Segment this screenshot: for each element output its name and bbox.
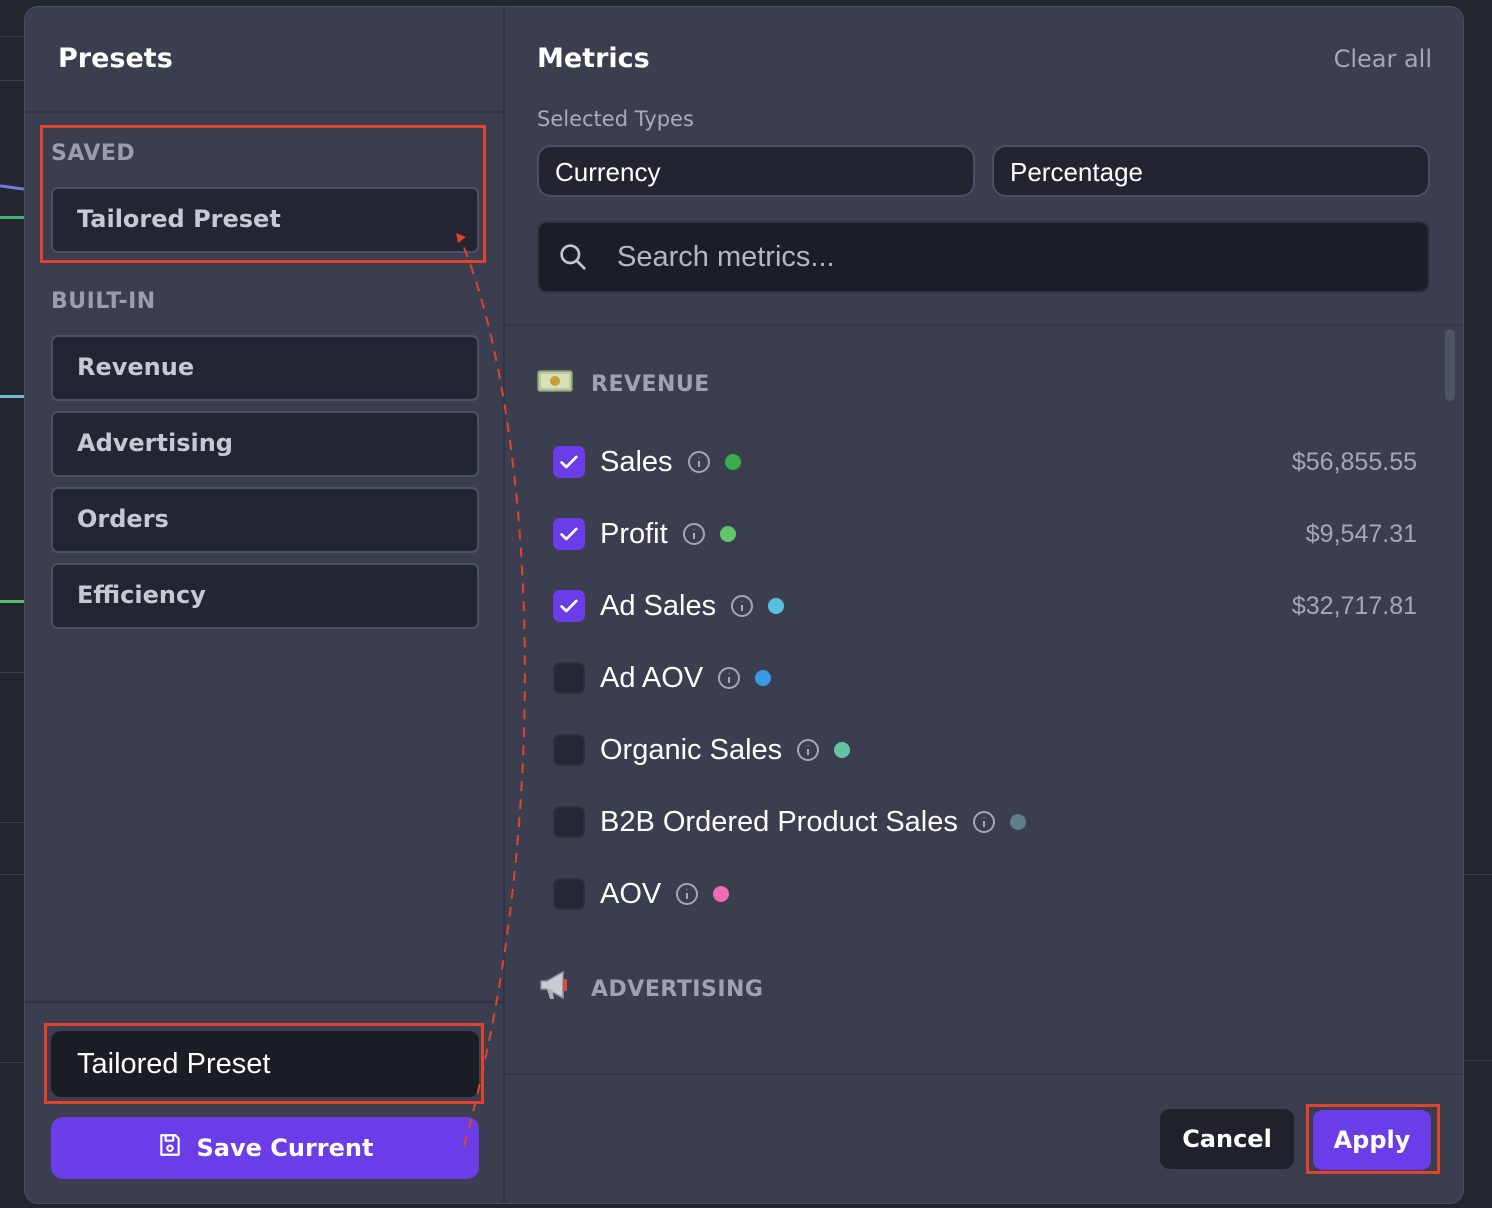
metrics-preset-modal: Presets SAVED Tailored Preset BUILT-IN R…	[24, 6, 1464, 1204]
bg-gridline	[1462, 874, 1492, 875]
check-icon	[560, 527, 578, 541]
metric-row-aov[interactable]: AOV	[553, 874, 1417, 914]
series-color-dot	[713, 886, 730, 902]
preset-efficiency[interactable]: Efficiency	[51, 563, 479, 629]
metric-name: Profit	[600, 517, 668, 550]
search-input[interactable]	[617, 237, 1377, 277]
category-label: ADVERTISING	[591, 976, 764, 1002]
metrics-title: Metrics	[537, 43, 650, 74]
checkbox-unchecked[interactable]	[553, 878, 585, 910]
checkbox-unchecked[interactable]	[553, 806, 585, 838]
search-icon	[557, 241, 589, 277]
metric-row-b2b-ordered-product-sales[interactable]: B2B Ordered Product Sales	[553, 802, 1417, 842]
type-chip-percentage[interactable]: Percentage	[992, 145, 1430, 197]
metric-value: $9,547.31	[1305, 519, 1417, 548]
info-icon[interactable]	[796, 738, 820, 762]
info-icon[interactable]	[730, 594, 754, 618]
money-icon	[537, 367, 575, 402]
category-label: REVENUE	[591, 372, 710, 397]
metric-value: $56,855.55	[1291, 447, 1417, 476]
checkbox-unchecked[interactable]	[553, 734, 585, 766]
bg-chart-line	[0, 395, 24, 398]
metric-name: Ad Sales	[600, 589, 717, 622]
saved-section-label: SAVED	[51, 141, 136, 166]
bg-gridline	[0, 672, 24, 673]
series-color-dot	[724, 454, 741, 470]
metric-name: Sales	[600, 445, 673, 478]
series-color-dot	[755, 670, 772, 686]
checkbox-checked[interactable]	[553, 590, 585, 622]
preset-orders[interactable]: Orders	[51, 487, 479, 553]
preset-tailored-preset[interactable]: Tailored Preset	[51, 187, 479, 253]
presets-footer-divider	[25, 1001, 505, 1003]
series-color-dot	[719, 526, 736, 542]
builtin-section-label: BUILT-IN	[51, 289, 156, 314]
bg-gridline	[1462, 1060, 1492, 1061]
bg-gridline	[0, 80, 24, 81]
category-advertising: ADVERTISING	[537, 967, 764, 1011]
checkbox-checked[interactable]	[553, 518, 585, 550]
type-chip-currency[interactable]: Currency	[537, 145, 975, 197]
check-icon	[560, 455, 578, 469]
info-icon[interactable]	[717, 666, 741, 690]
metric-value: $32,717.81	[1291, 591, 1417, 620]
metric-row-ad-aov[interactable]: Ad AOV	[553, 658, 1417, 698]
series-color-dot	[1009, 814, 1026, 830]
series-color-dot	[834, 742, 851, 758]
save-current-button[interactable]: Save Current	[51, 1117, 479, 1179]
preset-advertising[interactable]: Advertising	[51, 411, 479, 477]
info-icon[interactable]	[682, 522, 706, 546]
bg-gridline	[0, 36, 24, 37]
bg-gridline	[0, 874, 24, 875]
megaphone-icon	[537, 967, 575, 1011]
search-box	[537, 221, 1430, 293]
check-icon	[560, 599, 578, 613]
metric-name: Ad AOV	[600, 661, 704, 694]
preset-name-input[interactable]	[51, 1031, 479, 1097]
presets-pane: Presets SAVED Tailored Preset BUILT-IN R…	[25, 7, 505, 1203]
scrollbar-thumb[interactable]	[1445, 329, 1455, 401]
floppy-disk-icon	[157, 1132, 183, 1164]
clear-all-link[interactable]: Clear all	[1334, 45, 1432, 73]
metrics-header-divider	[506, 324, 1463, 326]
metric-row-sales[interactable]: Sales $56,855.55	[553, 442, 1417, 482]
info-icon[interactable]	[675, 882, 699, 906]
bg-gridline	[0, 822, 24, 823]
bg-chart-line	[0, 184, 25, 191]
selected-types-label: Selected Types	[537, 107, 694, 131]
apply-button[interactable]: Apply	[1313, 1110, 1431, 1170]
metric-name: Organic Sales	[600, 733, 783, 766]
metric-row-profit[interactable]: Profit $9,547.31	[553, 514, 1417, 554]
presets-title: Presets	[58, 43, 173, 74]
preset-revenue[interactable]: Revenue	[51, 335, 479, 401]
checkbox-unchecked[interactable]	[553, 662, 585, 694]
checkbox-checked[interactable]	[553, 446, 585, 478]
metric-name: AOV	[600, 877, 662, 910]
series-color-dot	[768, 598, 785, 614]
bg-chart-line	[0, 600, 24, 603]
metric-row-ad-sales[interactable]: Ad Sales $32,717.81	[553, 586, 1417, 626]
category-revenue: REVENUE	[537, 367, 710, 402]
cancel-button[interactable]: Cancel	[1160, 1109, 1294, 1169]
metrics-pane: Metrics Clear all Selected Types Currenc…	[506, 7, 1463, 1203]
presets-header: Presets	[25, 7, 503, 113]
info-icon[interactable]	[687, 450, 711, 474]
metric-row-organic-sales[interactable]: Organic Sales	[553, 730, 1417, 770]
metrics-footer-divider	[506, 1073, 1463, 1075]
metric-name: B2B Ordered Product Sales	[600, 805, 958, 838]
bg-gridline	[0, 1062, 24, 1063]
info-icon[interactable]	[972, 810, 996, 834]
save-current-label: Save Current	[196, 1134, 374, 1162]
bg-chart-line	[0, 216, 24, 219]
